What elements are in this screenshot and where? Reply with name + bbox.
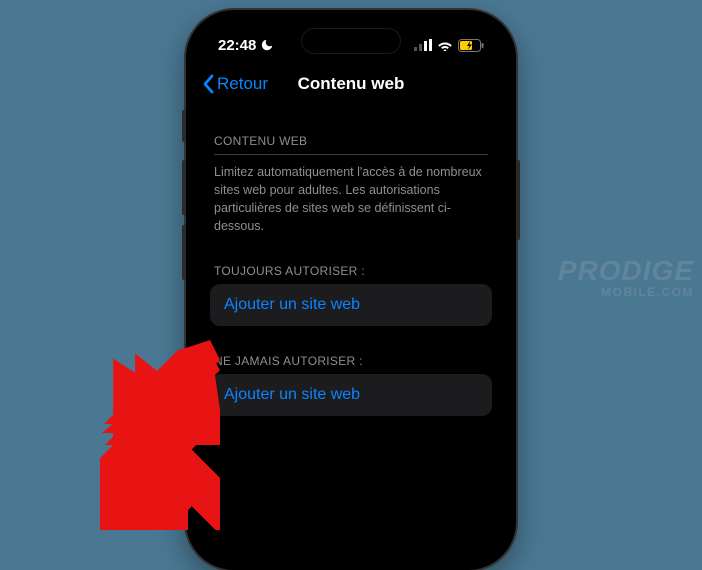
- nav-header: Retour Contenu web: [194, 62, 508, 106]
- content: CONTENU WEB Limitez automatiquement l'ac…: [194, 106, 508, 416]
- side-button: [182, 110, 186, 142]
- chevron-left-icon: [202, 74, 214, 94]
- add-website-allow-button[interactable]: Ajouter un site web: [210, 284, 492, 326]
- add-website-allow-label: Ajouter un site web: [224, 296, 360, 313]
- dynamic-island: [301, 28, 401, 54]
- wifi-icon: [437, 39, 453, 51]
- side-button: [516, 160, 520, 240]
- section-header-web-content: CONTENU WEB: [210, 106, 492, 154]
- phone-frame: 22:48 Retour Contenu web CONTENU WEB Lim…: [186, 10, 516, 570]
- screen: 22:48 Retour Contenu web CONTENU WEB Lim…: [194, 18, 508, 562]
- page-title: Contenu web: [298, 74, 405, 94]
- status-time: 22:48: [218, 37, 256, 54]
- watermark: PRODIGE MOBILE.COM: [558, 255, 694, 299]
- watermark-line2: MOBILE.COM: [558, 285, 694, 299]
- section-header-always-allow: TOUJOURS AUTORISER :: [210, 236, 492, 284]
- moon-icon: [260, 38, 274, 52]
- back-label: Retour: [217, 74, 268, 94]
- section-header-never-allow: NE JAMAIS AUTORISER :: [210, 326, 492, 374]
- side-button: [182, 225, 186, 280]
- battery-icon: [458, 39, 484, 52]
- add-website-block-button[interactable]: Ajouter un site web: [210, 374, 492, 416]
- watermark-line1: PRODIGE: [558, 255, 694, 287]
- side-button: [182, 160, 186, 215]
- back-button[interactable]: Retour: [202, 74, 268, 94]
- cellular-icon: [414, 39, 432, 51]
- section-description: Limitez automatiquement l'accès à de nom…: [210, 155, 492, 236]
- add-website-block-label: Ajouter un site web: [224, 386, 360, 403]
